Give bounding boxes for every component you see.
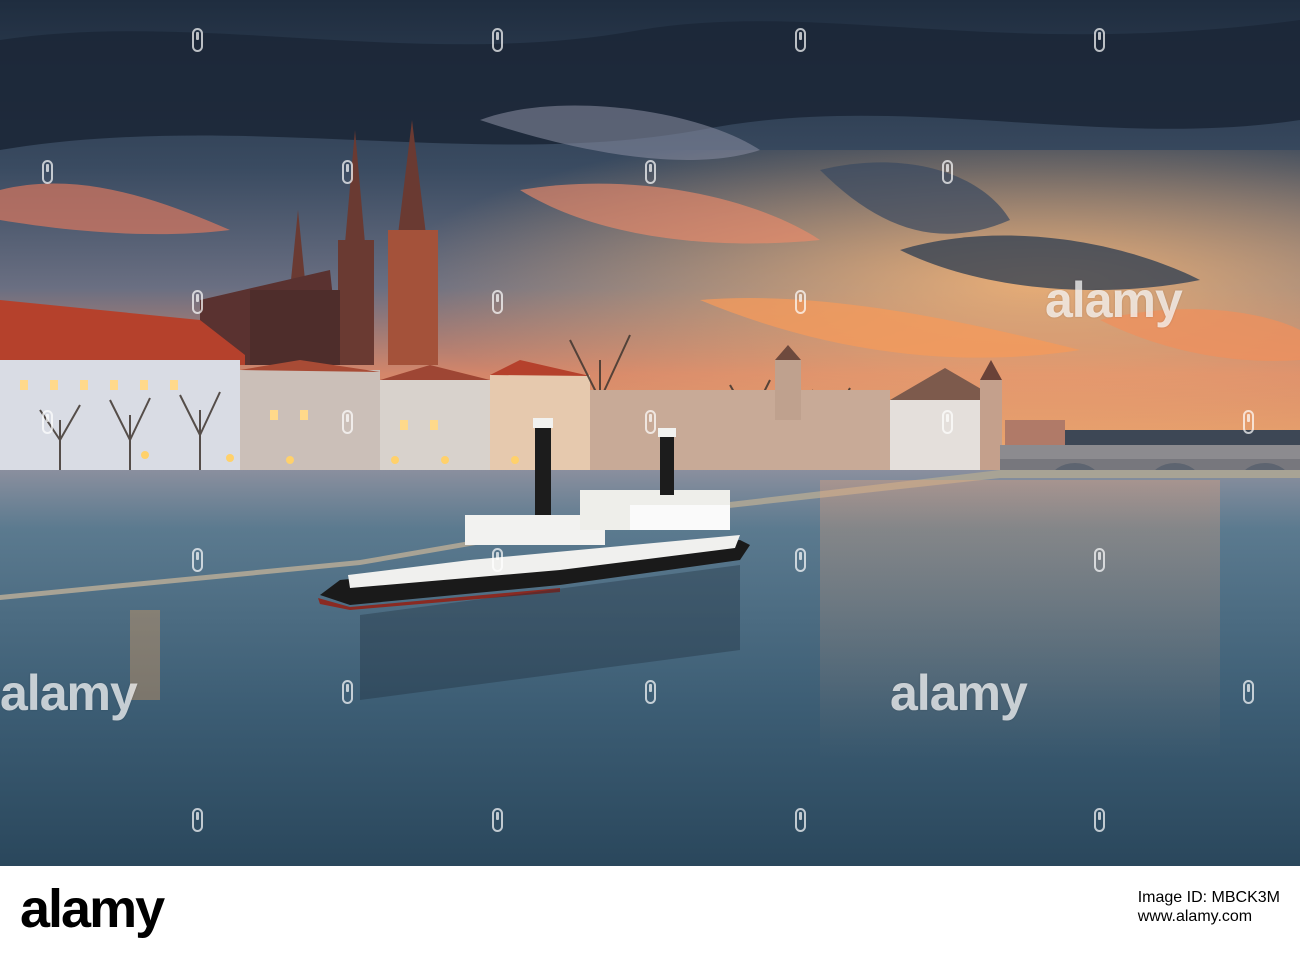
watermark-mark	[795, 290, 806, 314]
watermark-mark	[42, 410, 53, 434]
watermark-mark	[492, 28, 503, 52]
watermark-mark	[342, 410, 353, 434]
watermark-mark	[1243, 410, 1254, 434]
watermark-mark	[645, 410, 656, 434]
watermark-mark	[42, 160, 53, 184]
site-link[interactable]: www.alamy.com	[1138, 907, 1280, 926]
watermark-mark	[492, 290, 503, 314]
watermark-mark	[342, 160, 353, 184]
watermark-mark	[1243, 680, 1254, 704]
watermark-text: alamy	[1045, 272, 1183, 328]
watermark-text: alamy	[0, 665, 138, 721]
watermark-mark	[1094, 808, 1105, 832]
watermark-mark	[645, 680, 656, 704]
watermark-mark	[192, 290, 203, 314]
watermark-mark	[795, 548, 806, 572]
photo-scene: alamy alamy alamy	[0, 0, 1300, 866]
footer-strip: alamy Image ID: MBCK3M www.alamy.com	[0, 866, 1300, 956]
watermark-mark	[342, 680, 353, 704]
watermark-mark	[192, 28, 203, 52]
watermark-mark	[795, 28, 806, 52]
footer-image-info: Image ID: MBCK3M www.alamy.com	[1138, 888, 1280, 926]
watermark-mark	[192, 548, 203, 572]
watermark-mark	[795, 808, 806, 832]
watermark-text: alamy	[890, 665, 1028, 721]
watermark-mark	[1094, 548, 1105, 572]
footer-logo[interactable]: alamy	[20, 882, 165, 936]
watermark-mark	[942, 410, 953, 434]
watermark-mark	[645, 160, 656, 184]
image-id: Image ID: MBCK3M	[1137, 889, 1280, 906]
watermark-mark	[192, 808, 203, 832]
watermark-mark	[1094, 28, 1105, 52]
watermark-mark	[492, 548, 503, 572]
watermark-mark	[942, 160, 953, 184]
watermark-mark	[492, 808, 503, 832]
